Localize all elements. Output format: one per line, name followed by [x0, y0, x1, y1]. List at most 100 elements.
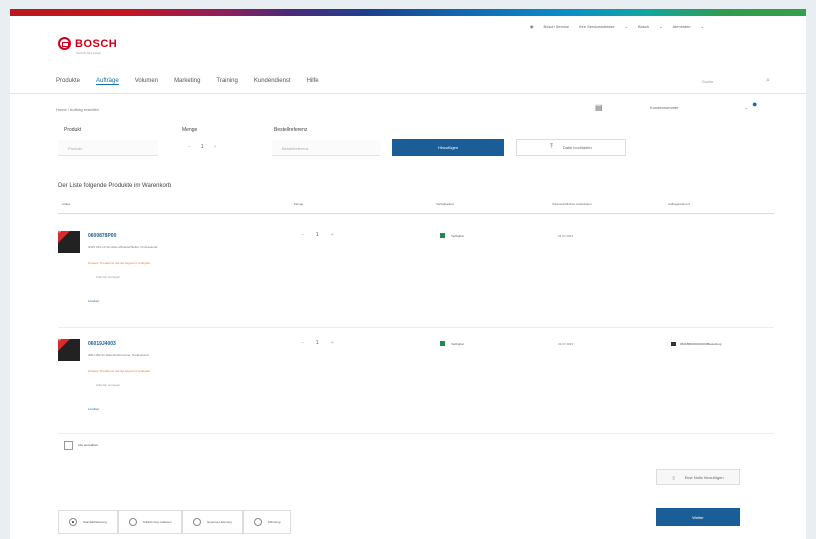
nav-item-training[interactable]: Training — [216, 78, 237, 85]
upload-icon: ⤒ — [550, 144, 553, 150]
add-button[interactable]: Hinzufügen — [392, 139, 504, 156]
delivery-date: 24.07.2023 — [558, 342, 574, 346]
account-icon[interactable]: ◉ — [530, 24, 534, 29]
top-utility-bar: ◉ Bosch Service Ihre Serviceadresse ⌄ Bo… — [530, 24, 704, 29]
account-name[interactable]: Bosch Service — [544, 24, 570, 29]
column-header: Verfügbarkeit — [436, 202, 454, 206]
radio-icon[interactable] — [193, 518, 202, 526]
product-image[interactable]: Aktion — [57, 333, 80, 361]
radio-icon[interactable] — [128, 518, 137, 526]
minus-icon[interactable]: – — [188, 144, 191, 150]
logout-link[interactable]: Abmelden — [673, 24, 691, 29]
nav-item-produkte[interactable]: Produkte — [56, 78, 80, 85]
order-reference-value: 0601BB0000000000Bestellung — [680, 342, 722, 346]
nav-item-kundendienst[interactable]: Kundendienst — [254, 78, 291, 85]
quantity-stepper[interactable]: – 1 + — [301, 340, 333, 346]
delivery-option-label: Teillieferung zulassen — [142, 520, 172, 524]
radio-selected-icon[interactable] — [69, 518, 77, 526]
availability-label: Verfügbar — [451, 341, 465, 346]
chevron-down-icon: ⌄ — [744, 105, 748, 110]
chevron-down-icon[interactable]: ⌄ — [701, 24, 704, 29]
note-icon: ▯ — [672, 474, 675, 480]
quantity-value: 1 — [315, 232, 319, 238]
show-accessories-link[interactable]: Zubehör anzeigen — [96, 275, 120, 279]
nav-item-hilfe[interactable]: Hilfe — [307, 78, 319, 85]
search-icon[interactable]: ⌕ — [766, 77, 770, 85]
order-reference-label: Bestellreferenz — [274, 127, 308, 133]
nav-divider — [10, 93, 806, 94]
minus-icon[interactable]: – — [301, 340, 304, 346]
delivery-option-label: Express-Lieferung — [207, 520, 232, 524]
cart-icon[interactable]: ▤ — [595, 103, 603, 112]
availability-label: Verfügbar — [451, 233, 465, 238]
quantity-value: 1 — [315, 340, 319, 346]
table-row: Aktion 06019J4003 GBH 18V-21 Akku-Bohrha… — [57, 331, 774, 431]
nav-item-auftraege[interactable]: Aufträge — [96, 78, 119, 85]
product-label: Produkt — [64, 127, 82, 133]
status-dot-icon — [440, 341, 445, 346]
plus-icon[interactable]: + — [214, 144, 217, 150]
delivery-date: 24.07.2023 — [558, 234, 574, 238]
bosch-armature-icon — [58, 37, 71, 50]
chevron-down-icon[interactable]: ⌄ — [625, 24, 628, 29]
delivery-option-label: Abholung — [267, 520, 281, 524]
availability-warning: Hinweis: Produkt ist derzeit begrenzt ve… — [88, 369, 151, 373]
customer-select[interactable]: Kundennummer ⌄ — [650, 105, 748, 115]
nav-item-volumen[interactable]: Volumen — [135, 78, 158, 85]
quantity-label: Menge — [182, 127, 198, 133]
continue-button[interactable]: Weiter — [656, 508, 740, 526]
table-row: Aktion 0600878P00 GWS 18V-10 SC Akku-Win… — [57, 223, 774, 323]
promo-badge: Aktion — [57, 225, 66, 234]
reference-icon — [671, 342, 676, 346]
product-number-link[interactable]: 06019J4003 — [88, 341, 116, 347]
section-title: Der Liste folgende Produkte im Warenkorb — [58, 183, 172, 189]
search-input[interactable]: Suche ⌕ — [702, 75, 770, 87]
upload-file-label: Datei hochladen — [562, 145, 592, 150]
delivery-option-partial[interactable]: Teillieferung zulassen — [117, 510, 183, 534]
availability-status: Verfügbar — [440, 341, 464, 346]
bosch-logo[interactable]: BOSCH — [58, 37, 117, 50]
nav-item-marketing[interactable]: Marketing — [174, 78, 200, 85]
quantity-stepper[interactable]: – 1 + — [188, 144, 216, 150]
service-address[interactable]: Ihre Serviceadresse — [579, 24, 615, 29]
table-header: Artikel Menge Verfügbarkeit Voraussichtl… — [58, 202, 774, 214]
delete-link[interactable]: Löschen — [88, 299, 99, 303]
product-description: GWS 18V-10 SC Akku-Winkelschleifer, Prof… — [88, 245, 158, 249]
brand-tagline: Technik fürs Leben — [76, 51, 102, 55]
show-accessories-link[interactable]: Zubehör anzeigen — [96, 383, 120, 387]
promo-badge: Aktion — [57, 333, 66, 342]
delivery-option-standard[interactable]: Standardlieferung — [58, 510, 118, 534]
plus-icon[interactable]: + — [331, 232, 334, 238]
order-reference: 0601BB0000000000Bestellung — [671, 342, 721, 346]
chevron-down-icon[interactable]: ⌄ — [659, 24, 662, 29]
product-number-link[interactable]: 0600878P00 — [88, 233, 116, 239]
column-header: Artikel — [62, 202, 71, 206]
row-divider — [58, 433, 774, 434]
delete-link[interactable]: Löschen — [88, 407, 99, 411]
product-description: GBH 18V-21 Akku-Bohrhammer, Professional — [88, 353, 149, 357]
delivery-option-pickup[interactable]: Abholung — [242, 510, 292, 534]
breadcrumb[interactable]: Home / Auftrag erstellen — [56, 107, 99, 112]
customer-select-value: Kundennummer — [650, 105, 679, 110]
language-selector[interactable]: Bosch — [638, 24, 649, 29]
minus-icon[interactable]: – — [301, 232, 304, 238]
upload-file-button[interactable]: ⤒ Datei hochladen — [516, 139, 626, 156]
notification-icon[interactable]: ● — [752, 99, 757, 109]
add-note-button[interactable]: ▯ Eine Notiz hinzufügen — [656, 469, 740, 485]
product-input[interactable]: Produkt — [58, 140, 158, 156]
availability-status: Verfügbar — [440, 233, 464, 238]
delivery-option-express[interactable]: Express-Lieferung — [182, 510, 243, 534]
select-all-checkbox[interactable] — [64, 441, 73, 450]
availability-warning: Hinweis: Produkt ist derzeit begrenzt ve… — [88, 261, 151, 265]
order-reference-input[interactable]: Bestellreferenz — [272, 140, 380, 156]
column-header: Menge — [294, 202, 304, 206]
product-image[interactable]: Aktion — [57, 225, 80, 253]
select-all-label: Alle auswählen — [78, 443, 99, 447]
brand-name: BOSCH — [75, 37, 118, 50]
radio-icon[interactable] — [253, 518, 262, 526]
quantity-stepper[interactable]: – 1 + — [301, 232, 333, 238]
status-dot-icon — [440, 233, 445, 238]
row-divider — [58, 327, 774, 328]
plus-icon[interactable]: + — [331, 340, 334, 346]
column-header: Voraussichtliches Lieferdatum — [552, 202, 592, 206]
